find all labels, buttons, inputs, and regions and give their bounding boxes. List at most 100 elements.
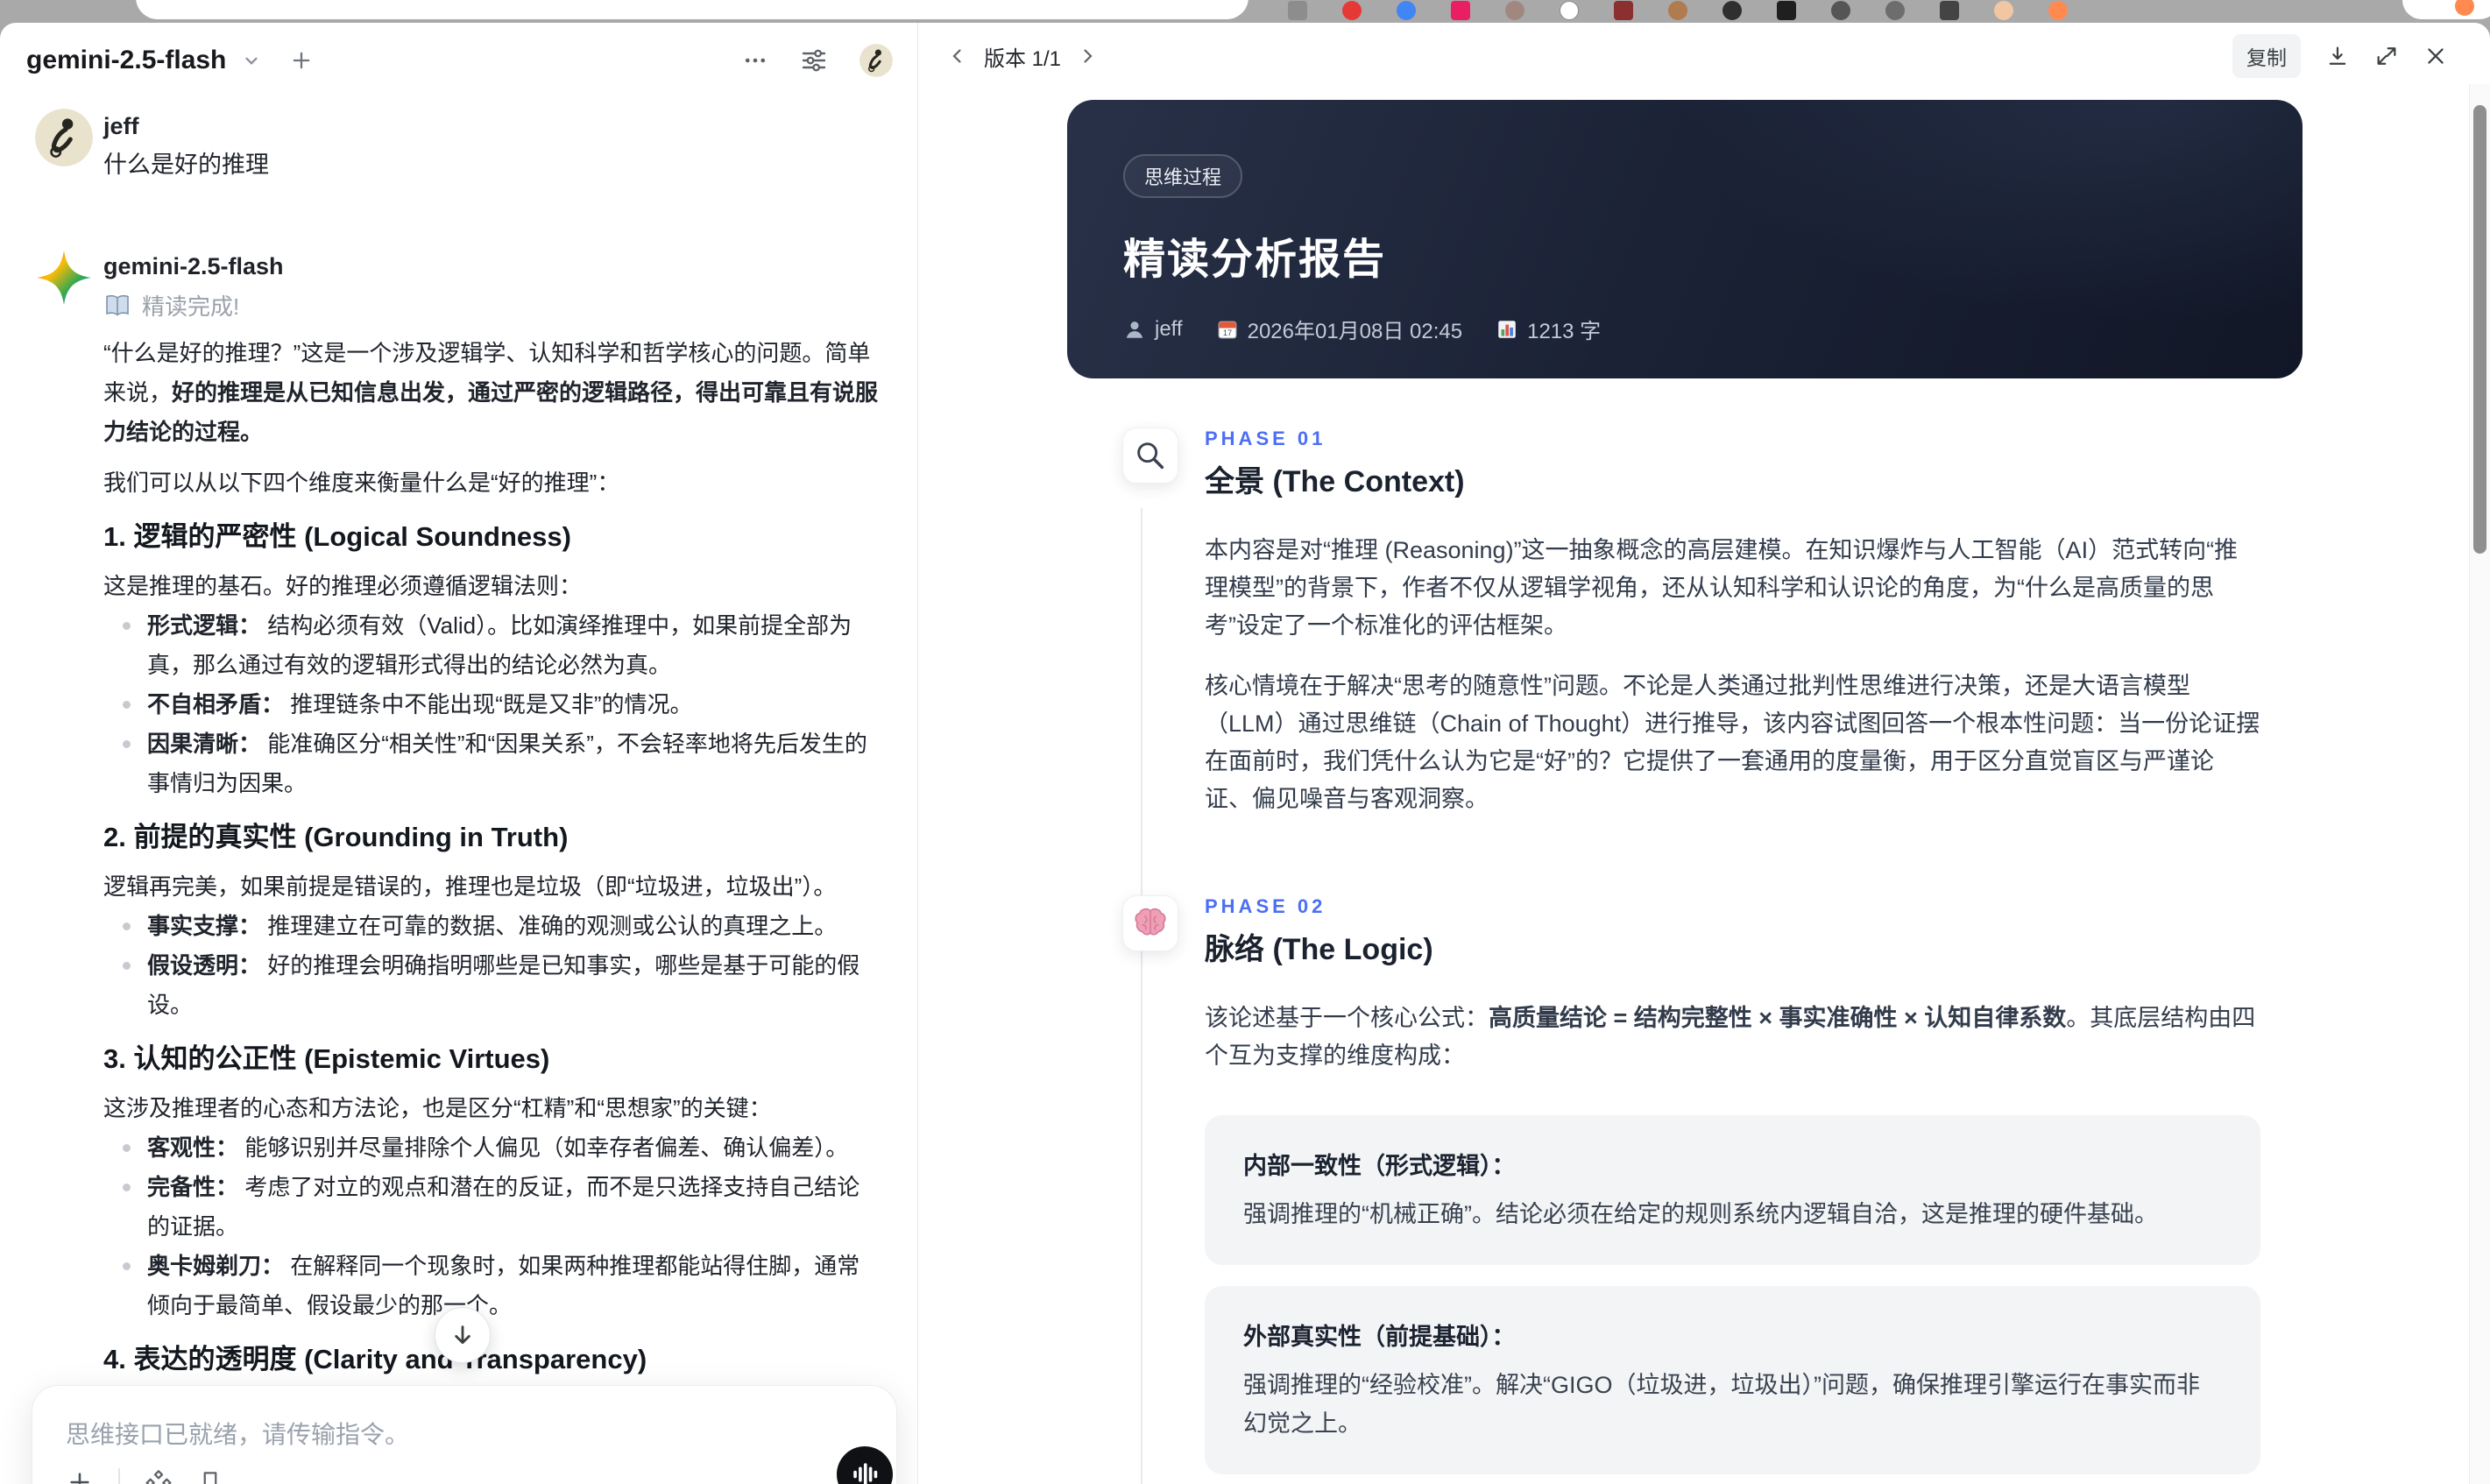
- assistant-status: 精读完成!: [103, 289, 895, 322]
- new-chat-button[interactable]: [289, 48, 314, 73]
- user-avatar: [35, 109, 93, 166]
- settings-sliders-icon[interactable]: [800, 46, 828, 74]
- bullet-term: 因果清晰：: [147, 731, 262, 757]
- extension-icon[interactable]: [1397, 1, 1416, 20]
- report-date: 17 2026年01月08日 02:45: [1216, 314, 1462, 344]
- assistant-status-text: 精读完成!: [142, 293, 240, 320]
- message-input[interactable]: 思维接口已就绪，请传输指令。: [66, 1417, 863, 1452]
- extension-icon[interactable]: [1288, 1, 1307, 20]
- model-selector-label[interactable]: gemini-2.5-flash: [26, 46, 226, 75]
- bullet-text: 考虑了对立的观点和潜在的反证，而不是只选择支持自己结论的证据。: [147, 1174, 860, 1240]
- copy-button[interactable]: 复制: [2232, 34, 2301, 78]
- section-heading: 3. 认知的公正性 (Epistemic Virtues): [103, 1043, 550, 1074]
- report-hero-card: 思维过程 精读分析报告 jeff 17 2026年01月08日 02:45 12…: [1067, 100, 2303, 378]
- assistant-name: gemini-2.5-flash: [103, 253, 284, 279]
- scroll-to-bottom-button[interactable]: [435, 1307, 491, 1363]
- chat-panel: gemini-2.5-flash jeff 什么是好的推理 gemini-2.5…: [0, 23, 918, 1484]
- paragraph: “什么是好的推理？”这是一个涉及逻辑学、认知科学和哲学核心的问题。简单来说，好的…: [103, 334, 880, 452]
- phase-number: PHASE 01: [1205, 428, 1326, 449]
- extension-icon[interactable]: [1614, 1, 1633, 20]
- extension-icon[interactable]: [1342, 1, 1362, 20]
- dimension-card-title: 外部真实性（前提基础）：: [1243, 1324, 1516, 1350]
- phase-paragraph: 核心情境在于解决“思考的随意性”问题。不论是人类通过批判性思维进行决策，还是大语…: [1205, 668, 2260, 818]
- report-panel: 版本 1/1 复制 思维过程 精读分析报告 jeff 17 2026年01月08…: [919, 23, 2490, 1484]
- close-icon[interactable]: [2423, 44, 2448, 68]
- section-heading: 4. 表达的透明度 (Clarity and Transparency): [103, 1344, 647, 1374]
- version-prev-button[interactable]: [947, 46, 968, 67]
- paragraph: 逻辑再完美，如果前提是错误的，推理也是垃圾（即“垃圾进，垃圾出”）。: [103, 867, 880, 907]
- browser-profile-icon[interactable]: [2455, 0, 2474, 16]
- report-author: jeff: [1123, 317, 1183, 342]
- extension-icon[interactable]: [1668, 1, 1687, 20]
- report-toolbar: 版本 1/1 复制: [919, 23, 2490, 89]
- user-name: jeff: [103, 113, 139, 139]
- bullet-text: 能够识别并尽量排除个人偏见（如幸存者偏差、确认偏差）。: [238, 1134, 849, 1161]
- more-options-icon[interactable]: [742, 47, 768, 74]
- extension-icon[interactable]: [1505, 1, 1524, 20]
- chevron-down-icon[interactable]: [240, 49, 263, 72]
- bar-chart-icon: [1496, 318, 1518, 341]
- bullet-term: 事实支撑：: [147, 913, 262, 939]
- text-segment: 本内容是对“推理 (Reasoning)”这一抽象概念的高层建模。在知识爆炸与人…: [1205, 537, 2239, 639]
- text-segment: 好的推理是从已知信息出发，通过严密的逻辑路径，得出可靠且有说服力结论的过程。: [103, 379, 879, 445]
- user-avatar[interactable]: [859, 44, 893, 77]
- chat-header: gemini-2.5-flash: [0, 23, 917, 77]
- dimension-cards: 内部一致性（形式逻辑）： 强调推理的“机械正确”。结论必须在给定的规则系统内逻辑自…: [1205, 1115, 2260, 1484]
- scrollbar-thumb[interactable]: [2473, 105, 2486, 554]
- attach-plus-button[interactable]: [66, 1468, 94, 1484]
- open-book-icon: [103, 293, 131, 318]
- person-icon: [1123, 318, 1146, 341]
- extension-icon[interactable]: [1940, 1, 1959, 20]
- phase-section: PHASE 02 脉络 (The Logic) 该论述基于一个核心公式：高质量结论 …: [1122, 895, 2260, 1484]
- extension-icon[interactable]: [2048, 1, 2068, 20]
- bullet-term: 假设透明：: [147, 952, 262, 979]
- bullet-term: 不自相矛盾：: [147, 691, 285, 717]
- dimension-card: 内部一致性（形式逻辑）： 强调推理的“机械正确”。结论必须在给定的规则系统内逻辑自…: [1205, 1115, 2260, 1265]
- message-list: jeff 什么是好的推理 gemini-2.5-flash 精读完成! “什么是…: [35, 103, 895, 1484]
- extension-icon[interactable]: [1777, 1, 1796, 20]
- extension-icon[interactable]: [1831, 1, 1850, 20]
- version-next-button[interactable]: [1077, 46, 1098, 67]
- text-segment: 逻辑再完美，如果前提是错误的，推理也是垃圾（即“垃圾进，垃圾出”）。: [103, 873, 837, 900]
- bullet-item: 因果清晰： 能准确区分“相关性”和“因果关系”，不会轻率地将先后发生的事情归为因…: [103, 724, 880, 803]
- user-message-text: 什么是好的推理: [103, 152, 269, 178]
- bullet-list: 事实支撑： 推理建立在可靠的数据、准确的观测或公认的真理之上。 假设透明： 好的推…: [103, 907, 880, 1025]
- extension-icon[interactable]: [1451, 1, 1470, 20]
- phase-paragraph: 该论述基于一个核心公式：高质量结论 = 结构完整性 × 事实准确性 × 认知自律…: [1205, 1000, 2260, 1075]
- extension-icon[interactable]: [1994, 1, 2013, 20]
- text-segment: 高质量结论 = 结构完整性 × 事实准确性 × 认知自律系数: [1489, 1005, 2067, 1031]
- phase-timeline: [1141, 508, 1142, 1484]
- report-word-count: 1213 字: [1496, 314, 1601, 344]
- user-message: jeff 什么是好的推理: [35, 109, 895, 184]
- browser-profile-corner: [2402, 0, 2490, 19]
- text-segment: 这涉及推理者的心态和方法论，也是区分“杠精”和“思想家”的关键：: [103, 1095, 772, 1121]
- gemini-star-icon: [35, 249, 93, 307]
- browser-url-bar[interactable]: [136, 0, 1249, 19]
- arrow-down-icon: [455, 1325, 470, 1345]
- report-badge: 思维过程: [1123, 154, 1243, 198]
- bullet-text: 推理建立在可靠的数据、准确的观测或公认的真理之上。: [261, 913, 838, 939]
- bullet-list: 客观性： 能够识别并尽量排除个人偏见（如幸存者偏差、确认偏差）。 完备性： 考虑了…: [103, 1128, 880, 1325]
- phase-paragraph: 本内容是对“推理 (Reasoning)”这一抽象概念的高层建模。在知识爆炸与人…: [1205, 532, 2260, 645]
- bullet-item: 客观性： 能够识别并尽量排除个人偏见（如幸存者偏差、确认偏差）。: [103, 1128, 880, 1168]
- assistant-message: gemini-2.5-flash 精读完成! “什么是好的推理？”这是一个涉及逻…: [35, 249, 895, 1484]
- toolbar-divider: [118, 1468, 120, 1484]
- extension-icon[interactable]: [1885, 1, 1905, 20]
- extension-icon[interactable]: [1560, 1, 1579, 20]
- app-window: gemini-2.5-flash jeff 什么是好的推理 gemini-2.5…: [0, 23, 2490, 1484]
- paragraph: 这涉及推理者的心态和方法论，也是区分“杠精”和“思想家”的关键：: [103, 1089, 880, 1128]
- download-icon[interactable]: [2325, 44, 2350, 68]
- skills-diamonds-icon[interactable]: [145, 1468, 173, 1484]
- expand-icon[interactable]: [2374, 44, 2399, 68]
- svg-text:17: 17: [1222, 329, 1231, 337]
- bullet-item: 完备性： 考虑了对立的观点和潜在的反证，而不是只选择支持自己结论的证据。: [103, 1168, 880, 1247]
- assistant-markdown: “什么是好的推理？”这是一个涉及逻辑学、认知科学和哲学核心的问题。简单来说，好的…: [103, 334, 880, 1484]
- report-phases: PHASE 01 全景 (The Context) 本内容是对“推理 (Reason…: [919, 428, 2490, 1484]
- text-segment: 我们可以从以下四个维度来衡量什么是“好的推理”：: [103, 470, 620, 496]
- extension-icon[interactable]: [1722, 1, 1742, 20]
- bullet-term: 形式逻辑：: [147, 612, 262, 639]
- bullet-list: 形式逻辑： 结构必须有效（Valid）。比如演绎推理中，如果前提全部为真，那么通…: [103, 606, 880, 803]
- message-composer: 思维接口已就绪，请传输指令。: [32, 1385, 897, 1484]
- report-meta: jeff 17 2026年01月08日 02:45 1213 字: [1123, 314, 2303, 344]
- bookmark-icon[interactable]: [197, 1469, 223, 1484]
